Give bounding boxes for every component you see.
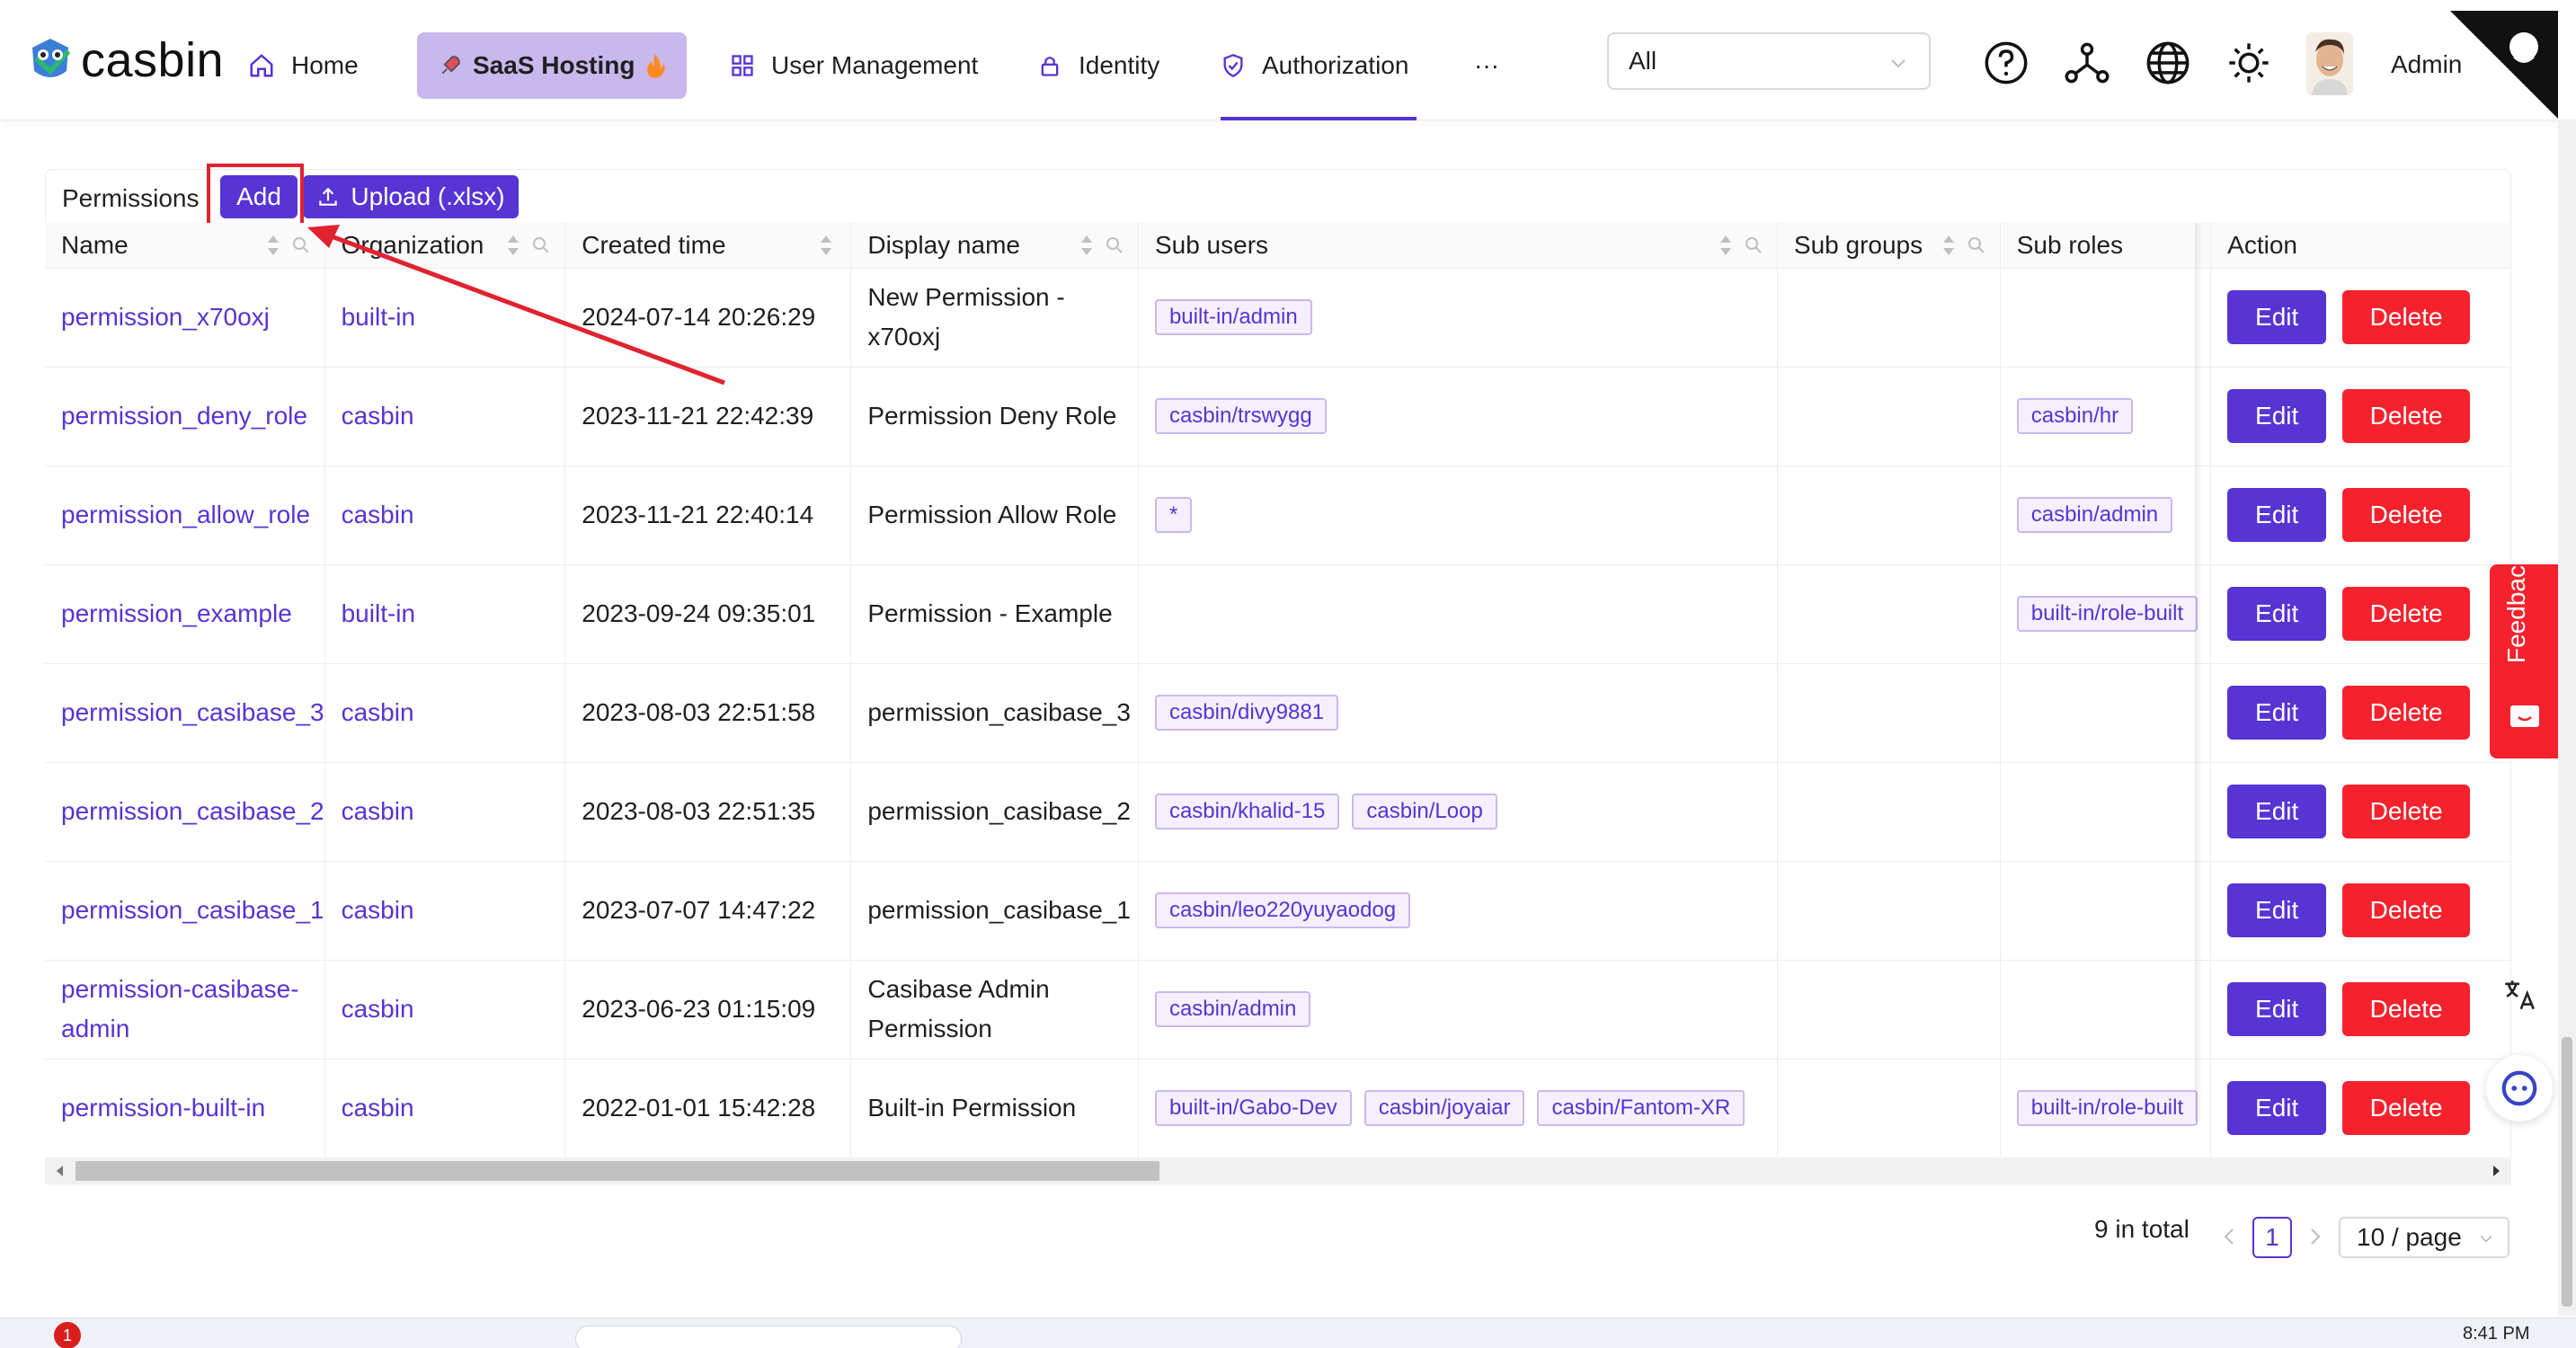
translate-icon (2505, 980, 2535, 1010)
robot-icon (2501, 1070, 2537, 1106)
page-vertical-scrollbar-thumb[interactable] (2562, 1037, 2572, 1307)
prev-page-icon[interactable] (2220, 1226, 2238, 1247)
page-vertical-scrollbar[interactable] (2558, 120, 2576, 1316)
page-size-select[interactable]: 10 / page (2339, 1217, 2509, 1258)
next-page-icon[interactable] (2306, 1226, 2324, 1247)
chat-icon (2510, 705, 2539, 727)
chatbot-button[interactable] (2486, 1055, 2553, 1122)
pagination-total: 9 in total (2094, 1215, 2190, 1243)
translate-button[interactable] (2486, 962, 2553, 1028)
feedback-tab[interactable]: Feedback (2490, 553, 2560, 758)
annotation-arrow (307, 225, 725, 386)
feedback-label: Feedback (2502, 553, 2530, 663)
notification-badge[interactable]: 1 (54, 1322, 81, 1348)
taskbar-clock: 8:41 PM (2463, 1324, 2530, 1344)
taskbar-search-input[interactable] (575, 1326, 962, 1348)
chevron-down-icon (2480, 1235, 2492, 1243)
os-taskbar: 1 8:41 PM (0, 1317, 2576, 1348)
page-size-value: 10 / page (2357, 1223, 2462, 1251)
page-number-1[interactable]: 1 (2252, 1217, 2292, 1258)
